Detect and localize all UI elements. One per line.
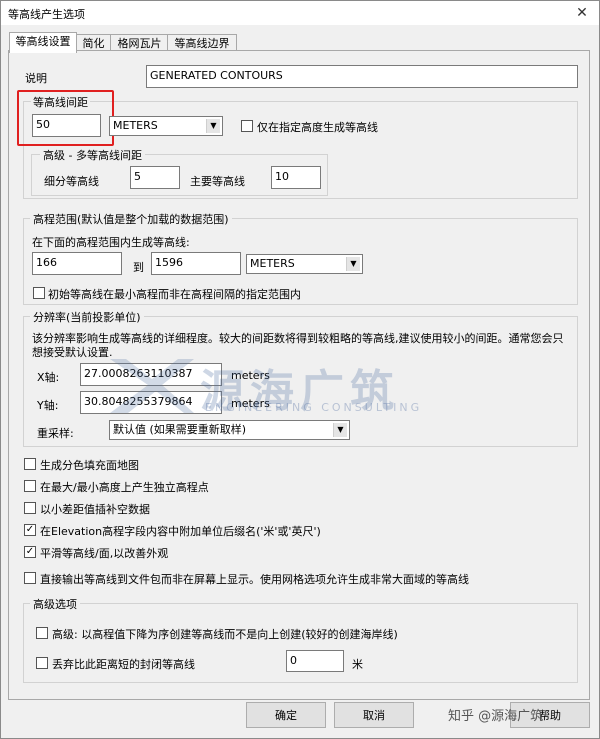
elevation-to-label: 到 (133, 261, 144, 274)
major-input[interactable]: 10 (271, 166, 321, 189)
resolution-desc-line2: 想接受默认设置. (32, 346, 113, 359)
chevron-down-icon: ▼ (206, 119, 220, 133)
descending-label: 高级: 以高程值下降为序创建等高线而不是向上创建(较好的创建海岸线) (52, 628, 398, 641)
option-checkbox-3[interactable]: ✓ (24, 524, 36, 536)
major-label: 主要等高线 (190, 175, 245, 188)
watermark-corner: 知乎 @源海广筑 (448, 709, 544, 724)
ok-button[interactable]: 确定 (246, 702, 326, 728)
resample-label: 重采样: (37, 427, 74, 440)
option-checkbox-0[interactable] (24, 458, 36, 470)
option-label-3: 在Elevation高程字段内容中附加单位后缀名('米'或'英尺') (40, 525, 321, 538)
only-specified-label: 仅在指定高度生成等高线 (257, 121, 378, 134)
only-specified-checkbox[interactable] (241, 120, 253, 132)
discard-label: 丢弃比此距离短的封闭等高线 (52, 658, 195, 671)
elevation-unit-value: METERS (250, 257, 295, 270)
minor-input[interactable]: 5 (130, 166, 180, 189)
start-at-min-checkbox[interactable] (33, 287, 45, 299)
resample-value: 默认值 (如果需要重新取样) (113, 423, 247, 436)
chevron-down-icon: ▼ (346, 257, 360, 271)
interval-unit-select[interactable]: METERS ▼ (109, 116, 223, 136)
watermark-subtext: ENGINEERING CONSULTING (205, 401, 423, 414)
option-checkbox-5[interactable] (24, 572, 36, 584)
option-checkbox-4[interactable]: ✓ (24, 546, 36, 558)
multi-interval-title: 高级 - 多等高线间距 (40, 147, 145, 163)
interval-input[interactable]: 50 (32, 114, 101, 137)
elevation-range-title: 高程范围(默认值是整个加载的数据范围) (30, 211, 232, 227)
discard-unit-label: 米 (352, 658, 363, 671)
chevron-down-icon: ▼ (333, 423, 347, 437)
window-title: 等高线产生选项 (8, 8, 85, 21)
option-checkbox-1[interactable] (24, 480, 36, 492)
interval-unit-value: METERS (113, 119, 158, 132)
description-input[interactable]: GENERATED CONTOURS (146, 65, 578, 88)
option-checkbox-2[interactable] (24, 502, 36, 514)
elevation-from-input[interactable]: 166 (32, 252, 122, 275)
elevation-to-input[interactable]: 1596 (151, 252, 241, 275)
option-label-1: 在最大/最小高度上产生独立高程点 (40, 481, 209, 494)
option-label-4: 平滑等高线/面,以改善外观 (40, 547, 169, 560)
resample-select[interactable]: 默认值 (如果需要重新取样) ▼ (109, 420, 350, 440)
description-label: 说明 (25, 72, 47, 85)
x-axis-label: X轴: (37, 371, 60, 384)
elevation-unit-select[interactable]: METERS ▼ (246, 254, 363, 274)
start-at-min-label: 初始等高线在最小高程而非在高程间隔的指定范围内 (48, 288, 301, 301)
option-label-2: 以小差距值插补空数据 (40, 503, 150, 516)
title-bar: 等高线产生选项 ✕ (1, 1, 599, 25)
y-axis-label: Y轴: (37, 399, 59, 412)
tab-contour-settings[interactable]: 等高线设置 (9, 32, 77, 53)
watermark-logo-icon (110, 359, 194, 413)
option-label-0: 生成分色填充面地图 (40, 459, 139, 472)
descending-checkbox[interactable] (36, 627, 48, 639)
discard-distance-input[interactable]: 0 (286, 650, 344, 672)
close-icon[interactable]: ✕ (573, 4, 591, 22)
discard-checkbox[interactable] (36, 657, 48, 669)
resolution-title: 分辨率(当前投影单位) (30, 309, 144, 325)
advanced-options-title: 高级选项 (30, 596, 80, 612)
elevation-range-hint: 在下面的高程范围内生成等高线: (32, 236, 190, 249)
cancel-button[interactable]: 取消 (334, 702, 414, 728)
minor-label: 细分等高线 (44, 175, 99, 188)
option-label-5: 直接输出等高线到文件包而非在屏幕上显示。使用网格选项允许生成非常大面域的等高线 (40, 573, 469, 586)
